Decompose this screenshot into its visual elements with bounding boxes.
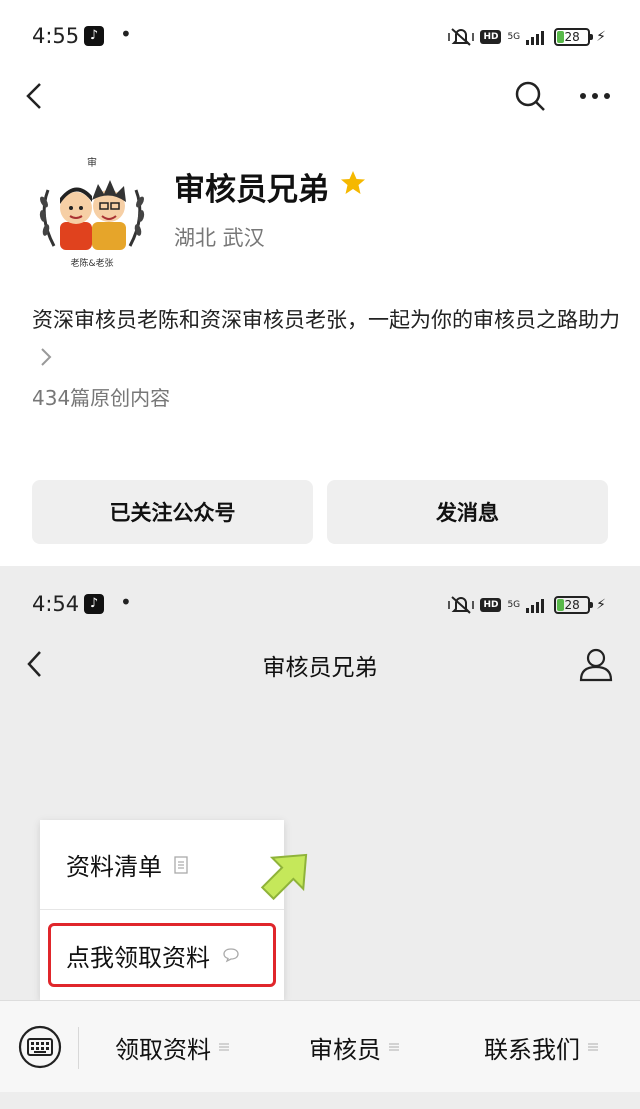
battery-fill [557,599,565,611]
chat-nav-bar: 审核员兄弟 [0,636,640,692]
network-label: 5G [507,599,521,610]
star-icon [341,171,365,194]
followed-button[interactable]: 已关注公众号 [32,480,313,544]
avatar-text-bottom: 老陈&老张 [70,257,113,269]
account-location: 湖北 武汉 [174,226,265,250]
mute-vibrate-icon [448,28,475,46]
document-icon [174,855,188,874]
battery-indicator: 28 [554,28,594,46]
network-label: 5G [507,31,521,42]
menu-lines-icon [389,1043,399,1051]
chat-title: 审核员兄弟 [262,655,378,681]
search-icon[interactable] [512,78,548,114]
article-count: 434篇原创内容 [32,386,171,410]
account-name: 审核员兄弟 [174,172,329,208]
send-message-button[interactable]: 发消息 [327,480,608,544]
more-icon[interactable] [576,78,616,114]
account-description[interactable]: 资深审核员老陈和资深审核员老张，一起为你的审核员之路助力 [32,302,622,374]
person-icon[interactable] [578,646,614,682]
avatar-text-top: 审 [87,156,97,169]
menu-item-label: 联系我们 [484,1035,580,1064]
bottom-menu-bar: 领取资料 审核员 联系我们 [0,1000,640,1092]
menu-item-label: 领取资料 [115,1035,211,1064]
top-nav-bar [0,72,640,120]
description-text: 资深审核员老陈和资深审核员老张，一起为你的审核员之路助力 [32,308,620,332]
battery-level: 28 [564,30,580,44]
chevron-right-icon [41,348,52,366]
hd-badge: HD [480,598,502,612]
hd-badge: HD [480,30,502,44]
popup-item-resource-list[interactable]: 资料清单 [40,820,284,910]
status-time: 4:55 [32,24,80,48]
tiktok-icon: ♪ [84,26,104,46]
status-dot: • [120,590,132,614]
chevron-left-icon[interactable] [20,78,50,114]
menu-item-contact-us[interactable]: 联系我们 [446,1001,636,1093]
signal-icon [526,31,545,45]
menu-divider [78,1027,79,1069]
menu-lines-icon [219,1043,229,1051]
popup-item-label: 资料清单 [66,853,162,881]
status-bar: 4:55 ♪ • HD 5G 28 ⚡ [0,0,640,48]
battery-indicator: 28 [554,596,594,614]
keyboard-icon[interactable] [18,1025,62,1069]
status-dot: • [120,22,132,46]
charging-icon: ⚡ [596,29,606,45]
status-bar-2: 4:54 ♪ • HD 5G 28 ⚡ [0,566,640,616]
account-profile-screen: 4:55 ♪ • HD 5G 28 ⚡ 审 老陈&老张 审核员兄弟 湖北 武汉 … [0,0,640,566]
signal-icon [526,599,545,613]
battery-level: 28 [564,598,580,612]
action-buttons: 已关注公众号 发消息 [32,480,608,544]
charging-icon: ⚡ [596,597,606,613]
mute-vibrate-icon [448,596,475,614]
status-icons-2: HD 5G 28 ⚡ [448,594,606,616]
menu-lines-icon [588,1043,598,1051]
avatar[interactable]: 审 老陈&老张 [30,150,154,274]
menu-item-get-resources[interactable]: 领取资料 [84,1001,260,1093]
menu-item-label: 审核员 [309,1035,381,1064]
menu-item-auditor[interactable]: 审核员 [266,1001,442,1093]
status-icons: HD 5G 28 ⚡ [448,26,606,48]
status-time-2: 4:54 [32,592,80,616]
battery-fill [557,31,565,43]
menu-popup: 资料清单 点我领取资料 [40,820,284,1000]
highlight-box [48,923,276,987]
pointer-arrow-icon [260,853,308,901]
tiktok-icon: ♪ [84,594,104,614]
chat-screen: 4:54 ♪ • HD 5G 28 ⚡ 审核员兄弟 资料清单 点我领取资料 领取… [0,566,640,1109]
